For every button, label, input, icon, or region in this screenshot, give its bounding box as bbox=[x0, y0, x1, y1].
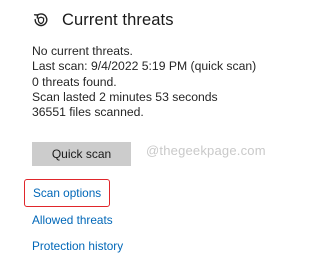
shield-refresh-icon bbox=[32, 11, 50, 29]
threats-found-text: 0 threats found. bbox=[32, 74, 117, 89]
watermark-text: @thegeekpage.com bbox=[146, 143, 266, 159]
scan-options-row: Scan options bbox=[24, 179, 294, 208]
allowed-threats-link[interactable]: Allowed threats bbox=[32, 213, 113, 227]
last-scan-text: Last scan: 9/4/2022 5:19 PM (quick scan) bbox=[32, 59, 257, 74]
threat-status-text: No current threats. bbox=[32, 44, 133, 58]
scan-duration-text: Scan lasted 2 minutes 53 seconds bbox=[32, 89, 218, 104]
section-header: Current threats bbox=[32, 6, 294, 34]
current-threats-panel: Current threats No current threats. Last… bbox=[24, 6, 294, 257]
section-title: Current threats bbox=[62, 10, 174, 29]
files-scanned-text: 36551 files scanned. bbox=[32, 105, 144, 120]
protection-history-link[interactable]: Protection history bbox=[32, 239, 123, 253]
scan-info: No current threats. Last scan: 9/4/2022 … bbox=[32, 44, 294, 120]
allowed-threats-row: Allowed threats bbox=[32, 209, 294, 231]
threat-links: Scan options Allowed threats Protection … bbox=[24, 179, 294, 257]
quick-scan-button[interactable]: Quick scan bbox=[32, 142, 131, 167]
highlight-box: Scan options bbox=[24, 179, 111, 208]
scan-actions: Quick scan @thegeekpage.com bbox=[32, 142, 294, 167]
scan-options-link[interactable]: Scan options bbox=[33, 186, 101, 200]
protection-history-row: Protection history bbox=[32, 235, 294, 257]
